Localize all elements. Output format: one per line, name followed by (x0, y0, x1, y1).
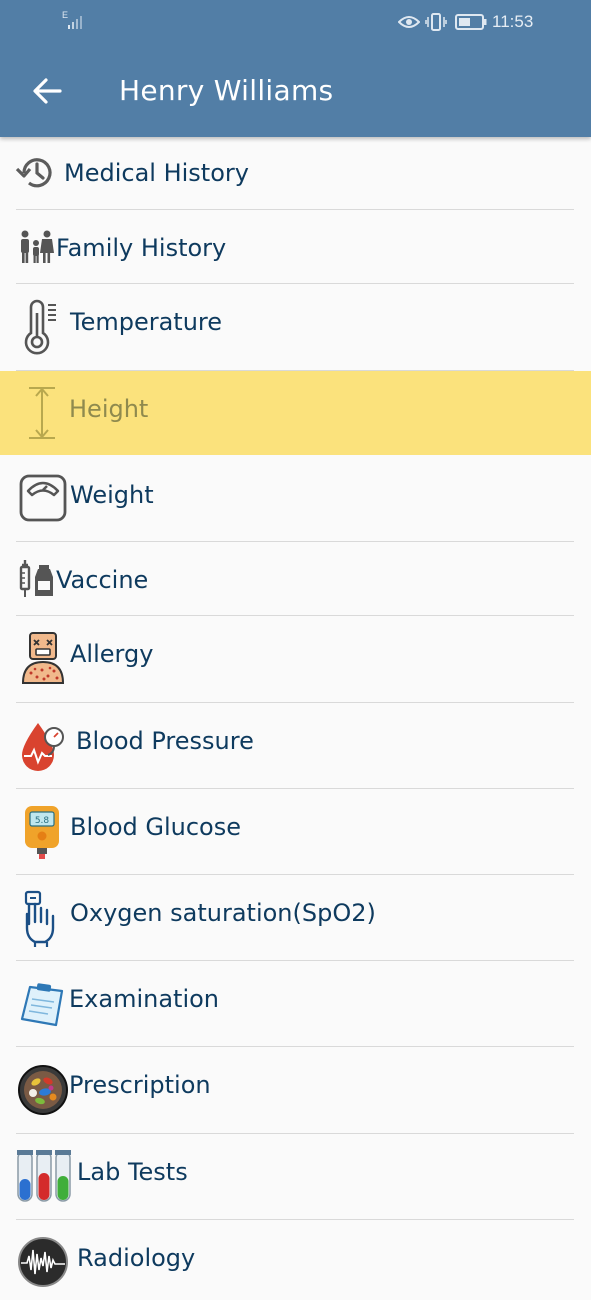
oximeter-hand-icon (20, 889, 64, 949)
allergy-icon (20, 630, 66, 686)
menu-item-label: Weight (70, 481, 154, 509)
page-title: Henry Williams (119, 74, 334, 107)
menu-item-label: Vaccine (56, 566, 149, 594)
menu-item-label: Height (69, 395, 149, 423)
pills-icon (16, 1061, 70, 1119)
menu-item-family-history[interactable]: Family History (0, 210, 591, 284)
menu-item-temperature[interactable]: Temperature (0, 284, 591, 371)
family-icon (18, 228, 54, 266)
scale-icon (18, 473, 68, 523)
app-bar: E 11:53 Henry Williams (0, 0, 591, 137)
glucose-reading: 5.8 (35, 816, 50, 826)
menu-item-label: Temperature (70, 308, 223, 336)
test-tubes-icon (16, 1148, 72, 1204)
menu-item-label: Medical History (64, 159, 249, 187)
glucometer-icon: 5.8 (22, 803, 62, 861)
eye-icon (398, 16, 420, 28)
menu-item-label: Blood Glucose (70, 813, 241, 841)
battery-icon (455, 14, 487, 30)
history-icon (14, 153, 58, 193)
menu-item-blood-glucose[interactable]: 5.8 Blood Glucose (0, 789, 591, 875)
status-bar: E 11:53 (0, 0, 591, 46)
menu-item-examination[interactable]: Examination (0, 961, 591, 1047)
status-time: 11:53 (492, 12, 534, 31)
menu-item-label: Oxygen saturation(SpO2) (70, 899, 376, 927)
menu-item-lab-tests[interactable]: Lab Tests (0, 1134, 591, 1220)
height-icon (24, 385, 60, 441)
blood-pressure-icon (16, 717, 68, 775)
menu-item-medical-history[interactable]: Medical History (0, 137, 591, 210)
menu-item-label: Radiology (77, 1244, 196, 1272)
menu-item-height[interactable]: Height (0, 371, 591, 455)
signal-icon: E (62, 10, 88, 30)
vaccine-icon (18, 558, 56, 600)
menu-item-label: Prescription (69, 1071, 211, 1099)
back-button[interactable] (30, 75, 64, 107)
menu-item-label: Family History (56, 234, 227, 262)
thermometer-icon (22, 298, 62, 356)
menu-item-label: Blood Pressure (76, 727, 254, 755)
menu-item-label: Lab Tests (77, 1158, 188, 1186)
clipboard-icon (18, 979, 66, 1029)
arrow-left-icon (33, 78, 62, 104)
menu-item-vaccine[interactable]: Vaccine (0, 542, 591, 616)
radiology-icon (16, 1236, 70, 1288)
menu-item-label: Examination (69, 985, 220, 1013)
menu-item-blood-pressure[interactable]: Blood Pressure (0, 703, 591, 789)
menu-item-weight[interactable]: Weight (0, 455, 591, 542)
menu-item-radiology[interactable]: Radiology (0, 1220, 591, 1300)
vibrate-icon (425, 13, 447, 31)
menu-item-oxygen-saturation[interactable]: Oxygen saturation(SpO2) (0, 875, 591, 961)
menu-item-prescription[interactable]: Prescription (0, 1047, 591, 1134)
menu-item-allergy[interactable]: Allergy (0, 616, 591, 703)
menu-item-label: Allergy (70, 640, 154, 668)
